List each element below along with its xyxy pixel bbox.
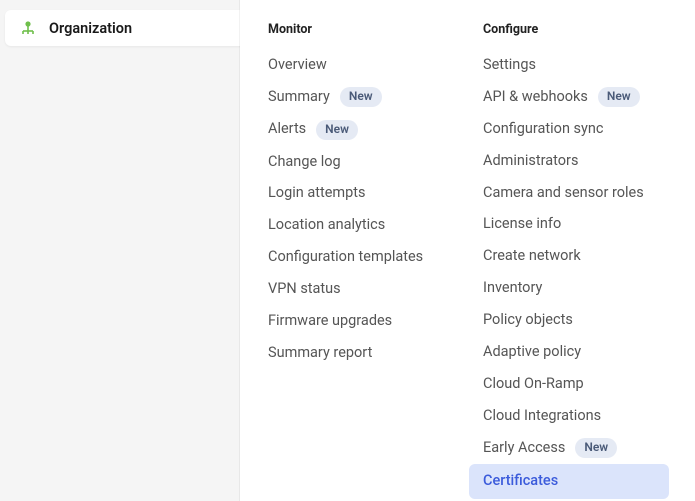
menu-item-overview[interactable]: Overview: [268, 49, 483, 81]
menu-item-firmware-upgrades[interactable]: Firmware upgrades: [268, 305, 483, 337]
menu-item-label: License info: [483, 215, 561, 234]
new-badge: New: [598, 87, 640, 107]
menu-item-label: Change log: [268, 153, 341, 172]
menu-item-cloud-integrations[interactable]: Cloud Integrations: [483, 400, 669, 432]
menu-item-inventory[interactable]: Inventory: [483, 273, 669, 305]
menu-item-label: Overview: [268, 56, 327, 75]
menu-item-label: Camera and sensor roles: [483, 184, 644, 203]
menu-item-settings[interactable]: Settings: [483, 49, 669, 81]
menu-item-label: Login attempts: [268, 184, 366, 203]
menu-item-label: Create network: [483, 247, 581, 266]
monitor-column: Monitor Overview Summary New Alerts New …: [268, 22, 483, 481]
menu-item-administrators[interactable]: Administrators: [483, 145, 669, 177]
menu-item-vpn-status[interactable]: VPN status: [268, 273, 483, 305]
menu-item-certificates[interactable]: Certificates: [469, 464, 669, 499]
menu-item-configuration-templates[interactable]: Configuration templates: [268, 242, 483, 274]
menu-item-cloud-on-ramp[interactable]: Cloud On-Ramp: [483, 368, 669, 400]
organization-label: Organization: [49, 20, 132, 37]
monitor-header: Monitor: [268, 22, 483, 37]
menu-item-label: API & webhooks: [483, 88, 588, 107]
organization-nav-button[interactable]: Organization: [5, 10, 255, 46]
menu-item-label: Cloud Integrations: [483, 407, 601, 426]
menu-item-create-network[interactable]: Create network: [483, 241, 669, 273]
new-badge: New: [316, 120, 358, 140]
menu-item-license-info[interactable]: License info: [483, 209, 669, 241]
new-badge: New: [575, 438, 617, 458]
menu-item-alerts[interactable]: Alerts New: [268, 113, 483, 146]
menu-item-label: Configuration sync: [483, 120, 604, 139]
menu-item-label: Policy objects: [483, 311, 573, 330]
menu-item-label: Summary: [268, 88, 330, 107]
menu-item-camera-sensor-roles[interactable]: Camera and sensor roles: [483, 177, 669, 209]
menu-item-location-analytics[interactable]: Location analytics: [268, 210, 483, 242]
menu-item-label: Early Access: [483, 439, 565, 458]
configure-column: Configure Settings API & webhooks New Co…: [483, 22, 669, 481]
menu-item-policy-objects[interactable]: Policy objects: [483, 305, 669, 337]
menu-item-login-attempts[interactable]: Login attempts: [268, 178, 483, 210]
menu-item-label: Settings: [483, 56, 536, 75]
menu-item-label: Alerts: [268, 120, 306, 139]
menu-item-label: Administrators: [483, 152, 578, 171]
menu-item-change-log[interactable]: Change log: [268, 146, 483, 178]
new-badge: New: [340, 87, 382, 107]
menu-item-label: Certificates: [483, 472, 558, 491]
menu-item-label: Configuration templates: [268, 248, 423, 267]
menu-item-adaptive-policy[interactable]: Adaptive policy: [483, 336, 669, 368]
menu-item-label: Adaptive policy: [483, 343, 581, 362]
menu-item-label: Firmware upgrades: [268, 312, 392, 331]
configure-header: Configure: [483, 22, 669, 37]
menu-item-summary-report[interactable]: Summary report: [268, 337, 483, 369]
menu-item-label: Summary report: [268, 344, 372, 363]
menu-item-label: Inventory: [483, 279, 542, 298]
organization-dropdown-menu: Monitor Overview Summary New Alerts New …: [240, 0, 695, 501]
menu-item-api-webhooks[interactable]: API & webhooks New: [483, 81, 669, 114]
organization-icon: [19, 19, 37, 37]
menu-item-early-access[interactable]: Early Access New: [483, 432, 669, 465]
menu-item-configuration-sync[interactable]: Configuration sync: [483, 113, 669, 145]
menu-item-label: Location analytics: [268, 216, 385, 235]
menu-item-label: Cloud On-Ramp: [483, 375, 584, 394]
menu-item-summary[interactable]: Summary New: [268, 81, 483, 114]
menu-item-label: VPN status: [268, 280, 341, 299]
